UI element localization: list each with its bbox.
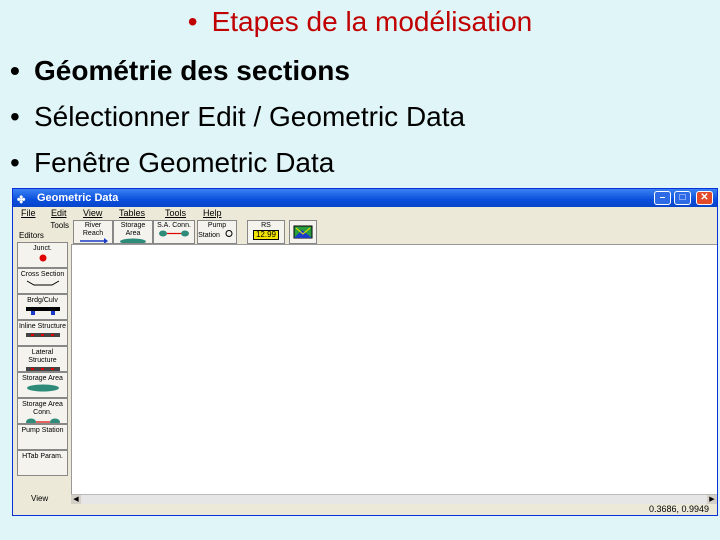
scroll-right-icon[interactable]: ▶ [707, 495, 717, 504]
horizontal-scrollbar[interactable]: ◀ ▶ [71, 494, 717, 504]
editor-storage-area-conn-button[interactable]: Storage Area Conn. [17, 398, 68, 424]
cross-section-icon [26, 280, 59, 286]
bullet-item: • Sélectionner Edit / Geometric Data [10, 101, 466, 132]
menu-help[interactable]: Help [203, 208, 222, 218]
editor-junction-button[interactable]: Junct. [17, 242, 68, 268]
menu-tools[interactable]: Tools [165, 208, 186, 218]
tools-label: Tools [50, 221, 69, 230]
menu-edit[interactable]: Edit [51, 208, 67, 218]
river-station-icon: 12.99 [252, 230, 280, 240]
bullet-marker: • [187, 6, 198, 37]
editor-cross-section-button[interactable]: Cross Section [17, 268, 68, 294]
maximize-button[interactable]: □ [674, 191, 691, 205]
editor-storage-area-button[interactable]: Storage Area [17, 372, 68, 398]
maximize-icon: □ [679, 192, 686, 203]
editor-htab-button[interactable]: HTab Param. [17, 450, 68, 476]
scroll-left-icon[interactable]: ◀ [71, 495, 81, 504]
bullet-item: • Fenêtre Geometric Data [10, 147, 335, 178]
minimize-button[interactable]: – [654, 191, 671, 205]
menu-bar: File Edit View Tables Tools Help [13, 207, 717, 220]
river-station-button[interactable]: RS 12.99 [247, 220, 285, 244]
close-icon: ✕ [700, 192, 709, 203]
editor-inline-structure-button[interactable]: Inline Structure [17, 320, 68, 346]
editor-pump-station-button[interactable]: Pump Station [17, 424, 68, 450]
editors-panel: Tools Editors Junct. Cross Section Brdg/… [15, 220, 71, 510]
menu-file[interactable]: File [21, 208, 36, 218]
window-titlebar[interactable]: ✤ Geometric Data – □ ✕ [13, 189, 717, 207]
storage-area-icon [26, 384, 59, 392]
view-label: View [31, 494, 49, 503]
bullet-item: • Géométrie des sections [10, 55, 350, 86]
sa-connection-icon [159, 230, 189, 237]
inline-structure-icon [25, 333, 60, 337]
close-button[interactable]: ✕ [696, 191, 713, 205]
editors-label: Editors [19, 231, 44, 240]
editor-lateral-structure-button[interactable]: Lateral Structure [17, 346, 68, 372]
pump-station-icon [225, 230, 233, 237]
editor-bridge-culvert-button[interactable]: Brdg/Culv [17, 294, 68, 320]
bullet-list: • Géométrie des sections • Sélectionner Ed… [10, 52, 465, 190]
slide-title: • Etapes de la modélisation [0, 6, 720, 38]
geometry-canvas[interactable] [71, 244, 717, 494]
storage-area-button[interactable]: Storage Area [113, 220, 153, 244]
geometric-data-window: ✤ Geometric Data – □ ✕ File Edit View Ta… [12, 188, 718, 516]
slide-title-text: Etapes de la modélisation [211, 6, 533, 37]
menu-tables[interactable]: Tables [119, 208, 145, 218]
junction-icon [39, 254, 46, 262]
minimize-icon: – [659, 192, 666, 203]
pump-station-button[interactable]: Pump Station [197, 220, 237, 244]
window-title: Geometric Data [37, 192, 119, 204]
map-image-icon [293, 225, 313, 239]
menu-view[interactable]: View [83, 208, 102, 218]
map-image-button[interactable] [289, 220, 317, 244]
status-coordinates: 0.3686, 0.9949 [648, 504, 709, 514]
river-reach-button[interactable]: River Reach [73, 220, 113, 244]
bridge-culvert-icon [25, 307, 60, 315]
sa-connection-button[interactable]: S.A. Conn. [153, 220, 195, 244]
